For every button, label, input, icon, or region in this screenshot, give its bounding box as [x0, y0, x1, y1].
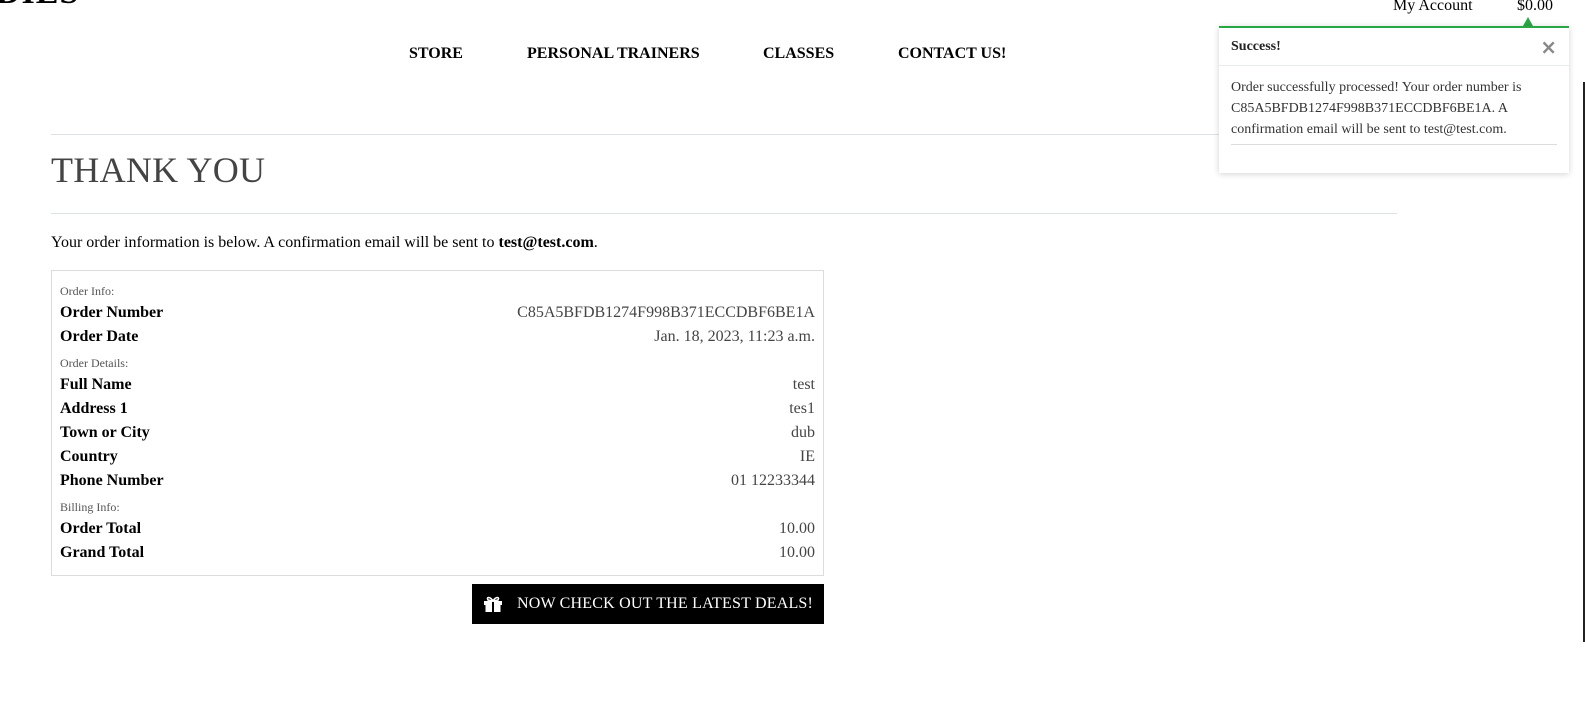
toast-title: Success!	[1231, 38, 1281, 54]
row-label: Order Date	[60, 328, 139, 345]
page: DIES My Account $0.00 STORE PERSONAL TRA…	[0, 0, 1585, 718]
toast-message: Order successfully processed! Your order…	[1231, 80, 1522, 137]
row-value: 10.00	[779, 520, 815, 537]
nav-item-contact-us[interactable]: CONTACT US!	[898, 44, 1006, 64]
row-value: tes1	[789, 400, 815, 417]
page-title: THANK YOU	[51, 150, 266, 190]
table-row: Order Number C85A5BFDB1274F998B371ECCDBF…	[60, 301, 815, 325]
success-toast: Success! × Order successfully processed!…	[1219, 26, 1569, 173]
row-value: Jan. 18, 2023, 11:23 a.m.	[654, 328, 815, 345]
table-row: Full Name test	[60, 373, 815, 397]
close-icon[interactable]: ×	[1540, 37, 1557, 57]
intro-text: Your order information is below. A confi…	[51, 234, 499, 251]
table-row: Town or City dub	[60, 421, 815, 445]
brand-logo[interactable]: DIES	[0, 0, 79, 10]
row-value: C85A5BFDB1274F998B371ECCDBF6BE1A	[517, 304, 815, 321]
table-row: Order Total 10.00	[60, 517, 815, 541]
section-billing-info: Billing Info:	[60, 500, 120, 514]
toast-divider	[1231, 144, 1557, 145]
table-row: Phone Number 01 12233344	[60, 469, 815, 493]
nav-item-store[interactable]: STORE	[409, 44, 463, 64]
row-label: Grand Total	[60, 544, 145, 561]
nav-item-personal-trainers[interactable]: PERSONAL TRAINERS	[527, 44, 700, 64]
row-value: dub	[791, 424, 815, 441]
intro-end: .	[593, 234, 598, 251]
latest-deals-button[interactable]: NOW CHECK OUT THE LATEST DEALS!	[472, 584, 824, 624]
table-row: Order Date Jan. 18, 2023, 11:23 a.m.	[60, 325, 815, 349]
row-label: Country	[60, 448, 118, 465]
table-row: Address 1 tes1	[60, 397, 815, 421]
row-label: Full Name	[60, 376, 132, 393]
toast-arrow	[1523, 17, 1533, 26]
row-value: 10.00	[779, 544, 815, 561]
table-row: Grand Total 10.00	[60, 541, 815, 565]
my-account-link[interactable]: My Account	[1393, 0, 1473, 15]
row-label: Order Number	[60, 304, 164, 321]
table-row: Country IE	[60, 445, 815, 469]
gift-icon	[483, 595, 503, 613]
row-label: Address 1	[60, 400, 128, 417]
latest-deals-label: NOW CHECK OUT THE LATEST DEALS!	[516, 595, 814, 612]
toast-header: Success! ×	[1219, 28, 1569, 66]
row-value: 01 12233344	[731, 472, 815, 489]
divider-top	[51, 134, 1397, 135]
divider-bottom	[51, 213, 1397, 214]
intro-email: test@test.com	[498, 234, 594, 251]
section-order-details: Order Details:	[60, 356, 129, 370]
order-intro: Your order information is below. A confi…	[51, 233, 598, 253]
row-label: Town or City	[60, 424, 150, 441]
row-value: IE	[799, 448, 815, 465]
order-summary-table: Order Info: Order Number C85A5BFDB1274F9…	[51, 270, 824, 576]
row-label: Order Total	[60, 520, 142, 537]
row-label: Phone Number	[60, 472, 164, 489]
row-value: test	[792, 376, 815, 393]
section-order-info: Order Info:	[60, 284, 115, 298]
nav-item-classes[interactable]: CLASSES	[763, 44, 834, 64]
cart-total-link[interactable]: $0.00	[1517, 0, 1553, 15]
